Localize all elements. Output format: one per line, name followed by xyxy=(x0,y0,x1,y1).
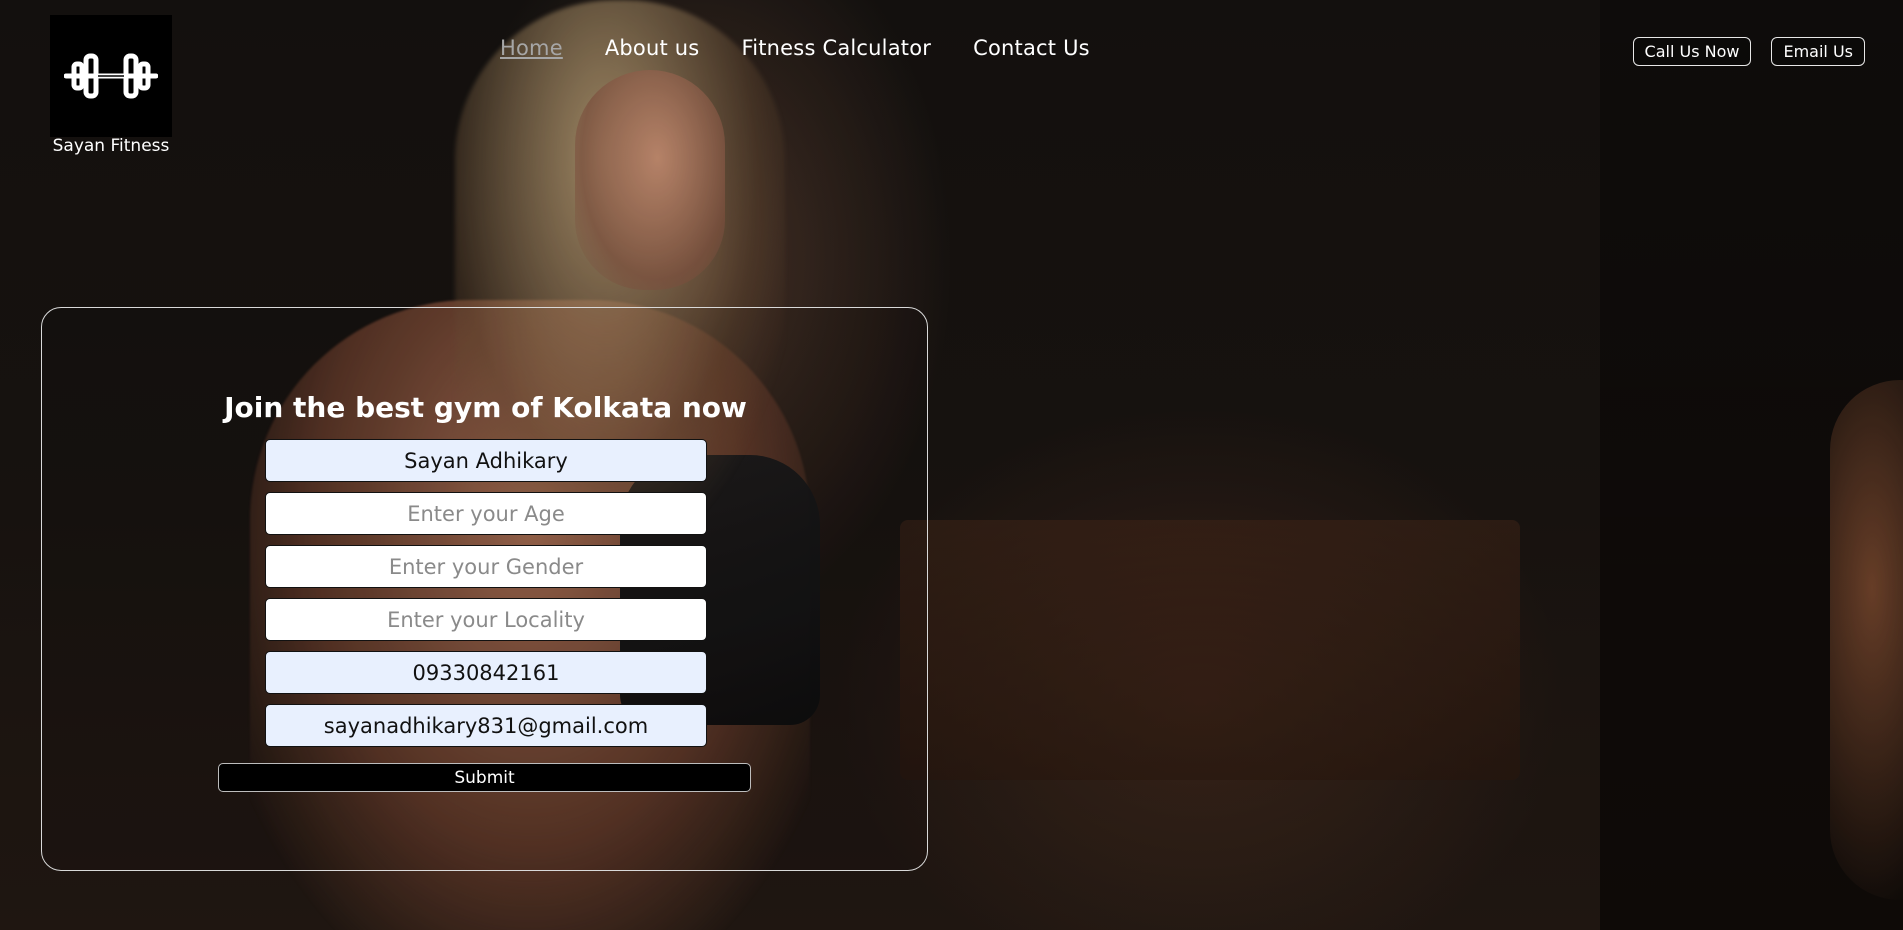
logo[interactable] xyxy=(50,15,172,137)
age-field[interactable] xyxy=(265,492,707,535)
header-actions: Call Us Now Email Us xyxy=(1632,37,1865,66)
nav-item-contact-us[interactable]: Contact Us xyxy=(973,36,1090,60)
join-form-card: Join the best gym of Kolkata now Submit xyxy=(41,307,928,871)
email-us-button[interactable]: Email Us xyxy=(1771,37,1865,66)
page: Sayan Fitness Home About us Fitness Calc… xyxy=(0,0,1903,930)
locality-field[interactable] xyxy=(265,598,707,641)
nav-item-home[interactable]: Home xyxy=(500,36,563,60)
dumbbell-icon xyxy=(64,53,158,99)
name-field[interactable] xyxy=(265,439,707,482)
gender-field[interactable] xyxy=(265,545,707,588)
nav-item-about-us[interactable]: About us xyxy=(605,36,700,60)
call-us-button[interactable]: Call Us Now xyxy=(1632,37,1752,66)
email-field[interactable] xyxy=(265,704,707,747)
form-title: Join the best gym of Kolkata now xyxy=(224,391,747,424)
phone-field[interactable] xyxy=(265,651,707,694)
nav-item-fitness-calculator[interactable]: Fitness Calculator xyxy=(741,36,931,60)
main-nav: Home About us Fitness Calculator Contact… xyxy=(500,36,1090,60)
submit-button[interactable]: Submit xyxy=(218,763,751,792)
brand-name: Sayan Fitness xyxy=(52,136,170,156)
